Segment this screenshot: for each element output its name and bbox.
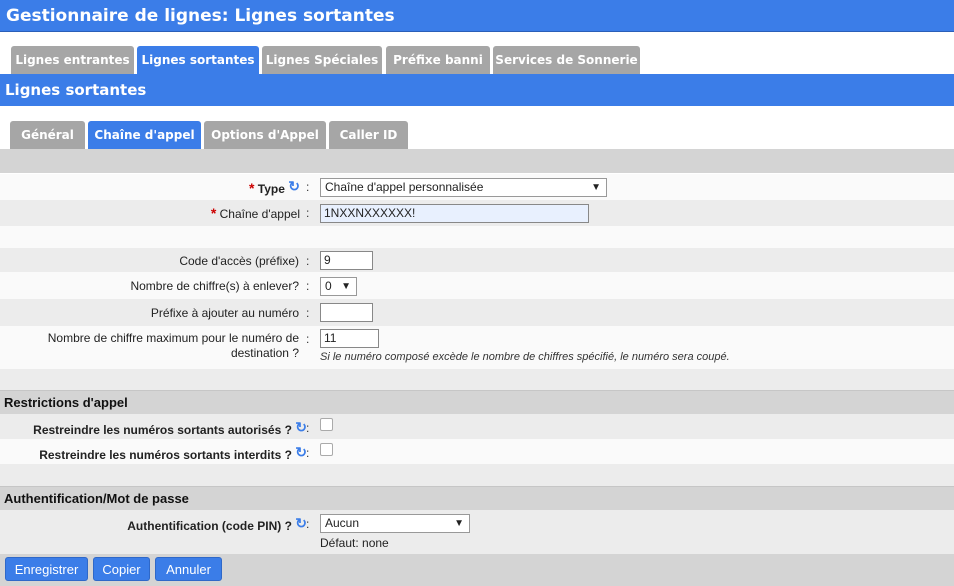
max-chiffres-label-group: Nombre de chiffre maximum pour le numéro… (48, 331, 299, 361)
tab-prefixe-banni[interactable]: Préfixe banni (386, 46, 490, 74)
colon: : (306, 332, 310, 346)
restrict-autorises-label-group: Restreindre les numéros sortants autoris… (33, 419, 307, 438)
max-chiffres-label-line1: Nombre de chiffre maximum pour le numéro… (47, 331, 299, 345)
auth-row: Authentification (code PIN) ? ↻ : Aucun … (0, 510, 954, 554)
spacer-row (0, 369, 954, 390)
max-chiffres-hint: Si le numéro composé excède le nombre de… (320, 351, 730, 363)
restrict-interdits-row: Restreindre les numéros sortants interdi… (0, 439, 954, 464)
auth-label-group: Authentification (code PIN) ? ↻ (127, 515, 307, 534)
type-label-group: * Type ↻ (249, 178, 300, 197)
colon: : (306, 446, 310, 460)
nb-chiffres-row: Nombre de chiffre(s) à enlever? : 0 ▼ (0, 272, 954, 299)
nb-chiffres-label: Nombre de chiffre(s) à enlever? (130, 279, 299, 293)
max-chiffres-input[interactable]: 11 (320, 329, 379, 348)
restrict-autorises-row: Restreindre les numéros sortants autoris… (0, 414, 954, 439)
restrict-interdits-label-group: Restreindre les numéros sortants interdi… (39, 444, 307, 463)
max-chiffres-label-line2: destination ? (230, 346, 299, 360)
type-select-value: Chaîne d'appel personnalisée (325, 180, 484, 194)
prefixe-row: Préfixe à ajouter au numéro : (0, 299, 954, 326)
code-acces-row: Code d'accès (préfixe) : 9 (0, 248, 954, 272)
app-title-bar: Gestionnaire de lignes: Lignes sortantes (0, 0, 954, 32)
tab-services-sonnerie[interactable]: Services de Sonnerie (493, 46, 640, 74)
restrictions-header: Restrictions d'appel (0, 390, 954, 414)
restrict-autorises-label: Restreindre les numéros sortants autoris… (33, 423, 292, 437)
colon: : (306, 206, 310, 220)
code-acces-label: Code d'accès (préfixe) (179, 254, 299, 268)
chevron-down-icon: ▼ (341, 281, 351, 292)
chaine-row: * Chaîne d'appel : 1NXXNXXXXXX! (0, 200, 954, 226)
code-acces-input[interactable]: 9 (320, 251, 373, 270)
required-marker: * (249, 180, 255, 196)
colon: : (306, 279, 310, 293)
type-select[interactable]: Chaîne d'appel personnalisée ▼ (320, 178, 607, 197)
type-label: Type (257, 182, 285, 196)
tab-lignes-speciales[interactable]: Lignes Spéciales (262, 46, 382, 74)
form-top-band (0, 149, 954, 173)
auth-select-value: Aucun (325, 516, 360, 530)
page-title: Gestionnaire de lignes: Lignes sortantes (6, 6, 395, 26)
restrict-autorises-checkbox[interactable] (320, 418, 333, 431)
main-tab-bar: Lignes entrantes Lignes sortantes Lignes… (0, 46, 954, 74)
auth-select[interactable]: Aucun ▼ (320, 514, 470, 533)
spacer-row (0, 464, 954, 486)
prefixe-label: Préfixe à ajouter au numéro (150, 306, 299, 320)
auth-default-text: Défaut: none (320, 536, 389, 550)
copy-button[interactable]: Copier (93, 557, 150, 581)
required-marker: * (210, 205, 217, 221)
chevron-down-icon: ▼ (591, 182, 601, 193)
tab-general[interactable]: Général (10, 121, 85, 149)
tab-lignes-sortantes[interactable]: Lignes sortantes (137, 46, 259, 74)
restrict-interdits-checkbox[interactable] (320, 443, 333, 456)
nb-chiffres-value: 0 (325, 279, 332, 293)
cancel-button[interactable]: Annuler (155, 557, 222, 581)
restrictions-title: Restrictions d'appel (4, 395, 128, 410)
section-title-bar: Lignes sortantes (0, 74, 954, 106)
chevron-down-icon: ▼ (454, 518, 464, 529)
tab-caller-id[interactable]: Caller ID (329, 121, 408, 149)
tab-chaine-appel[interactable]: Chaîne d'appel (88, 121, 201, 149)
colon: : (306, 517, 310, 531)
prefixe-input[interactable] (320, 303, 373, 322)
tab-lignes-entrantes[interactable]: Lignes entrantes (11, 46, 134, 74)
sub-tab-bar: Général Chaîne d'appel Options d'Appel C… (0, 121, 954, 149)
tab-options-appel[interactable]: Options d'Appel (204, 121, 326, 149)
chaine-label: Chaîne d'appel (219, 207, 300, 221)
type-row: * Type ↻ : Chaîne d'appel personnalisée … (0, 174, 954, 200)
section-title: Lignes sortantes (5, 81, 147, 99)
auth-header: Authentification/Mot de passe (0, 486, 954, 510)
chaine-label-group: * Chaîne d'appel (211, 205, 300, 221)
auth-title: Authentification/Mot de passe (4, 491, 189, 506)
save-button[interactable]: Enregistrer (5, 557, 88, 581)
nb-chiffres-select[interactable]: 0 ▼ (320, 277, 357, 296)
auth-label: Authentification (code PIN) ? (127, 519, 292, 533)
colon: : (306, 306, 310, 320)
colon: : (306, 180, 310, 194)
colon: : (306, 254, 310, 268)
spacer-row (0, 226, 954, 248)
restrict-interdits-label: Restreindre les numéros sortants interdi… (39, 448, 292, 462)
refresh-icon[interactable]: ↻ (288, 178, 300, 195)
max-chiffres-row: Nombre de chiffre maximum pour le numéro… (0, 326, 954, 369)
chaine-input[interactable]: 1NXXNXXXXXX! (320, 204, 589, 223)
colon: : (306, 421, 310, 435)
